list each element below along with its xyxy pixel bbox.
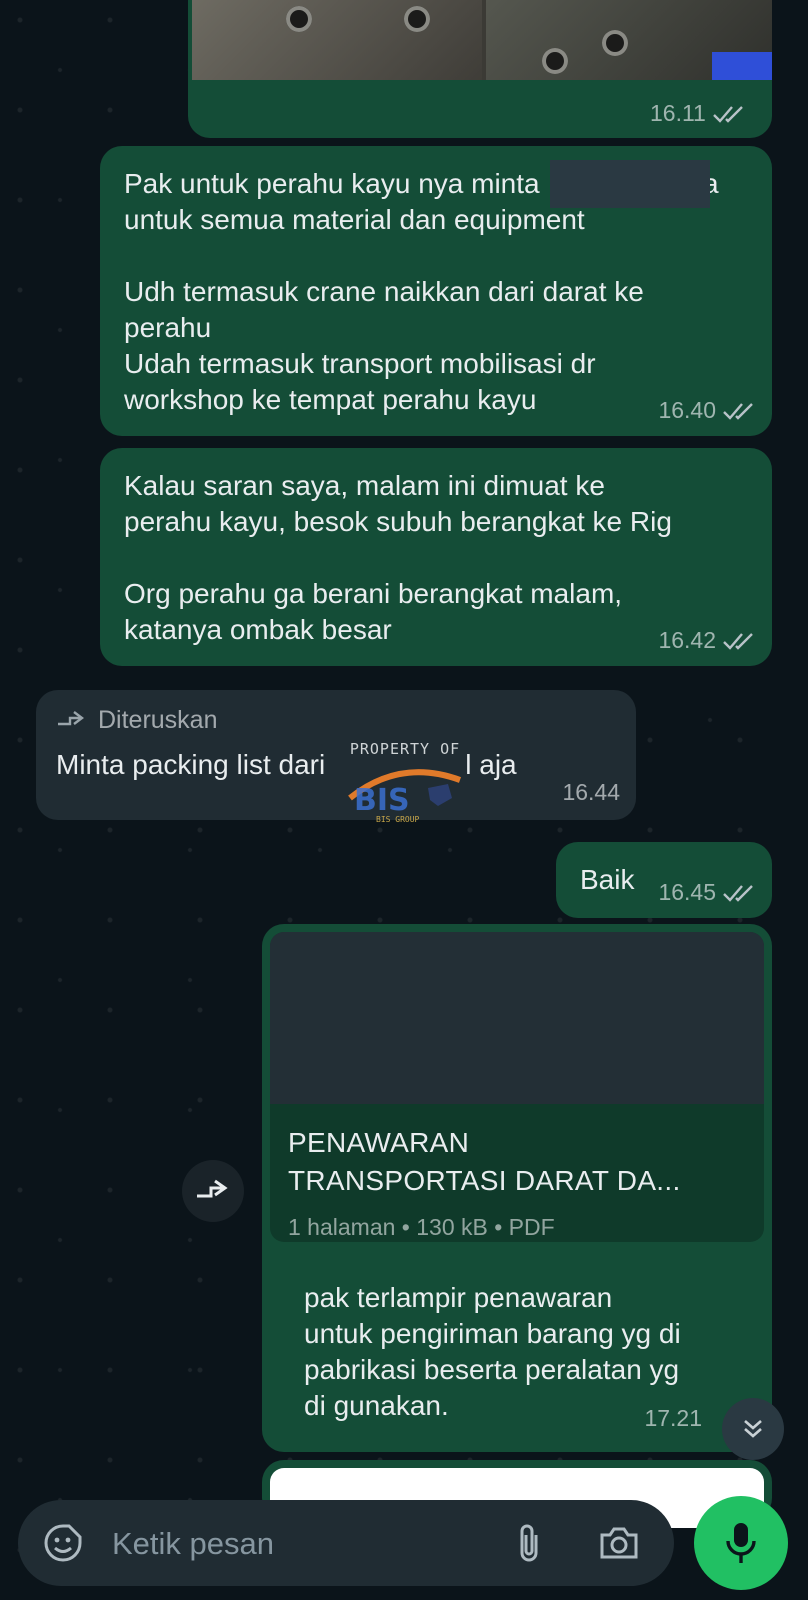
forwarded-label: Diteruskan	[56, 706, 616, 735]
outgoing-message[interactable]: Pak untuk perahu kayu nya minta ta untuk…	[100, 146, 772, 436]
incoming-forwarded-message[interactable]: Diteruskan Minta packing list dari l aja…	[36, 690, 636, 820]
message-time: 16.45	[658, 879, 716, 905]
double-check-icon	[723, 402, 753, 420]
paperclip-icon	[520, 1524, 538, 1562]
message-caption: pak terlampir penawaran untuk pengiriman…	[304, 1282, 681, 1421]
watermark-logo: BIS BIS GROUP	[348, 769, 462, 824]
message-composer	[18, 1500, 674, 1586]
redaction-block	[550, 160, 710, 208]
double-check-icon	[713, 105, 743, 123]
message-meta: 16.40	[658, 397, 756, 424]
message-time: 16.11	[650, 100, 706, 126]
image-thumbnail[interactable]	[192, 0, 772, 80]
svg-text:BIS: BIS	[354, 783, 410, 818]
scroll-down-button[interactable]	[722, 1398, 784, 1460]
message-time: 16.40	[658, 397, 716, 423]
double-check-icon	[723, 884, 753, 902]
message-meta: 16.44	[562, 779, 620, 806]
message-meta: 16.11	[650, 100, 746, 127]
forward-button[interactable]	[182, 1160, 244, 1222]
document-preview	[270, 932, 764, 1104]
camera-button[interactable]	[592, 1518, 646, 1568]
message-meta: 16.45	[658, 879, 756, 906]
document-info: 1 halaman • 130 kB • PDF	[288, 1214, 555, 1240]
message-text: Minta packing list dari l aja	[56, 749, 517, 780]
mic-button[interactable]	[694, 1496, 788, 1590]
forward-icon	[58, 710, 84, 725]
outgoing-message[interactable]: Kalau saran saya, malam ini dimuat ke pe…	[100, 448, 772, 666]
document-message[interactable]: PENAWARAN TRANSPORTASI DARAT DA... 1 hal…	[262, 924, 772, 1452]
message-time: 16.44	[562, 779, 620, 805]
double-check-icon	[723, 632, 753, 650]
message-time: 17.21	[644, 1405, 702, 1431]
message-time: 16.42	[658, 627, 716, 653]
outgoing-message[interactable]: Baik 16.45	[556, 842, 772, 918]
document-card[interactable]: PENAWARAN TRANSPORTASI DARAT DA... 1 hal…	[270, 932, 764, 1242]
message-input[interactable]	[110, 1520, 494, 1568]
emoji-button[interactable]	[40, 1520, 86, 1566]
attach-button[interactable]	[504, 1518, 554, 1568]
emoji-sticker-icon	[44, 1524, 82, 1562]
watermark: PROPERTY OF BIS BIS GROUP	[340, 740, 470, 833]
camera-icon	[600, 1527, 638, 1559]
message-meta: 17.21	[644, 1405, 702, 1432]
microphone-icon	[726, 1523, 756, 1563]
message-text: Kalau saran saya, malam ini dimuat ke pe…	[124, 470, 672, 645]
chevron-double-down-icon	[744, 1420, 762, 1438]
forward-icon	[197, 1179, 228, 1198]
document-title: PENAWARAN TRANSPORTASI DARAT DA...	[288, 1127, 681, 1196]
message-meta: 16.42	[658, 627, 756, 654]
svg-text:BIS GROUP: BIS GROUP	[376, 815, 420, 824]
